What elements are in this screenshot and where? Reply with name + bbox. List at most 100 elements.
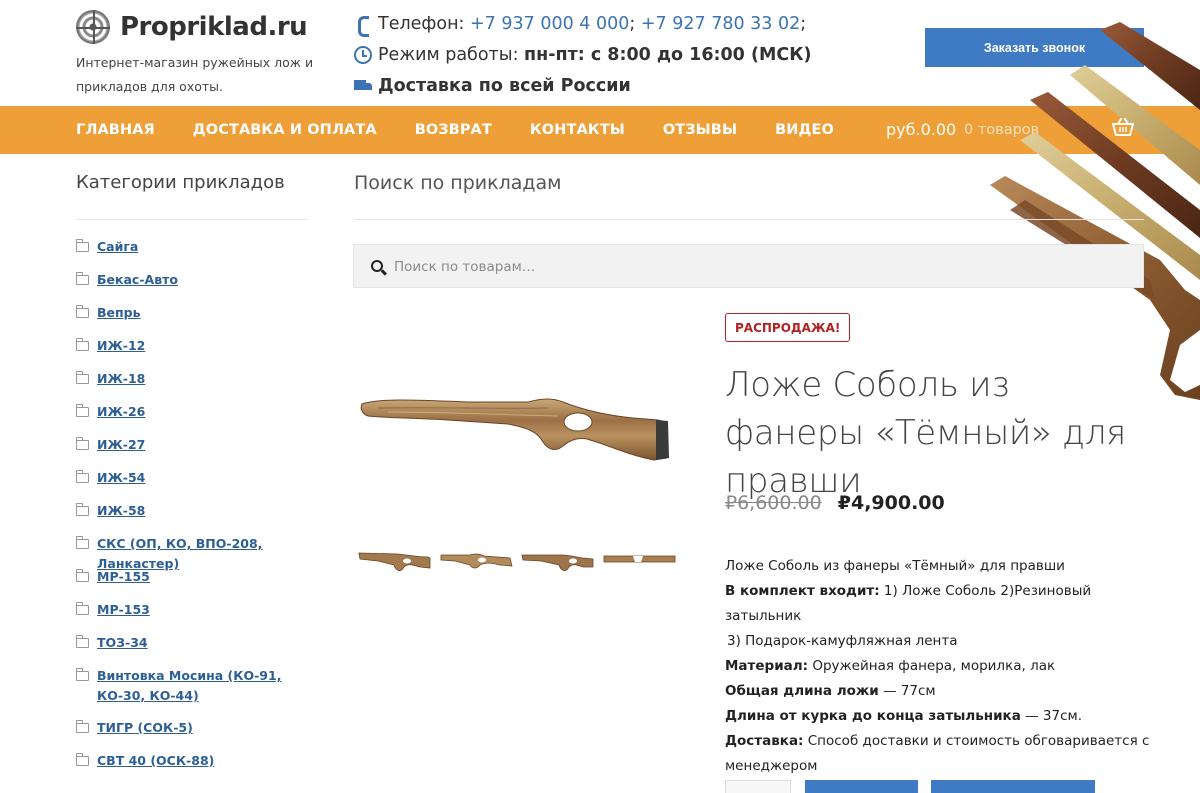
delivery-label: Доставка:: [725, 733, 804, 749]
add-to-cart-button[interactable]: [805, 780, 918, 793]
thumbnail-2[interactable]: [440, 543, 514, 579]
product-thumbnails: [358, 543, 684, 579]
search-heading: Поиск по прикладам: [354, 172, 562, 194]
category-link[interactable]: СВТ 40 (ОСК-88): [97, 751, 214, 771]
site-tagline: Интернет-магазин ружейных лож и прикладо…: [76, 55, 314, 94]
nav-menu: ГЛАВНАЯ ДОСТАВКА И ОПЛАТА ВОЗВРАТ КОНТАКТЫ О…: [76, 106, 872, 154]
category-link[interactable]: МР-153: [97, 600, 150, 620]
category-item: ИЖ-12: [75, 336, 316, 369]
product-description: Ложе Соболь из фанеры «Тёмный» для правш…: [725, 554, 1155, 779]
main-navigation: ГЛАВНАЯ ДОСТАВКА И ОПЛАТА ВОЗВРАТ КОНТАКТЫ О…: [0, 106, 1200, 154]
category-item: ИЖ-58: [75, 501, 316, 534]
quantity-input[interactable]: [725, 780, 791, 793]
buy-now-button[interactable]: [931, 780, 1095, 793]
thumbnail-4[interactable]: [603, 543, 677, 579]
category-link[interactable]: Винтовка Мосина (КО-91, КО-30, КО-44): [97, 666, 316, 706]
price-new: ₽4,900.00: [837, 492, 945, 514]
category-list: Сайга Бекас-Авто Вепрь ИЖ-12 ИЖ-18 ИЖ-26 ИЖ-27…: [75, 237, 316, 784]
phone-link-2[interactable]: +7 927 780 33 02: [641, 14, 800, 34]
sale-badge: РАСПРОДАЖА!: [725, 313, 851, 342]
kit-label: В комплект входит:: [725, 583, 880, 599]
category-link[interactable]: ИЖ-58: [97, 501, 145, 521]
desc-length: Общая длина ложи — 77см: [725, 679, 1155, 704]
category-item: ТИГР (СОК-5): [75, 718, 316, 751]
cart-count[interactable]: 0 товаров: [964, 122, 1039, 138]
length-label: Общая длина ложи: [725, 683, 879, 699]
thumbnail-1[interactable]: [358, 543, 432, 579]
contact-info: Телефон: +7 937 000 4 000; +7 927 780 33…: [354, 8, 812, 101]
category-link[interactable]: ИЖ-27: [97, 435, 145, 455]
category-link[interactable]: ТИГР (СОК-5): [97, 718, 193, 738]
length-value: — 77см: [878, 683, 936, 699]
folder-icon: [75, 470, 89, 483]
nav-item[interactable]: ГЛАВНАЯ: [76, 122, 155, 138]
product-main-image[interactable]: [358, 360, 676, 470]
category-item: ИЖ-18: [75, 369, 316, 402]
folder-icon: [75, 720, 89, 733]
category-link[interactable]: ИЖ-18: [97, 369, 145, 389]
logo-text: Propriklad.ru: [120, 12, 308, 42]
nav-item[interactable]: КОНТАКТЫ: [530, 122, 625, 138]
nav-item[interactable]: ВОЗВРАТ: [415, 122, 492, 138]
nav-item[interactable]: ДОСТАВКА И ОПЛАТА: [193, 122, 377, 138]
folder-icon: [75, 305, 89, 318]
folder-icon: [75, 503, 89, 516]
folder-icon: [75, 272, 89, 285]
product-price: ₽6,600.00 ₽4,900.00: [725, 492, 945, 514]
product-search-box: [353, 244, 1144, 288]
folder-icon: [75, 404, 89, 417]
phone-separator: ;: [629, 13, 636, 34]
material-value: Оружейная фанера, морилка, лак: [808, 658, 1056, 674]
site-logo[interactable]: Propriklad.ru: [76, 10, 308, 44]
trigger-length-label: Длина от курка до конца затыльника: [725, 708, 1021, 724]
folder-icon: [75, 239, 89, 252]
nav-item[interactable]: ОТЗЫВЫ: [663, 122, 737, 138]
phone-end: ;: [800, 13, 807, 34]
category-link[interactable]: ИЖ-12: [97, 336, 145, 356]
clock-icon: [354, 45, 372, 64]
target-logo-icon: [76, 10, 110, 44]
category-link[interactable]: ИЖ-54: [97, 468, 145, 488]
folder-icon: [75, 668, 89, 681]
folder-icon: [75, 437, 89, 450]
nav-item[interactable]: ВИДЕО: [775, 122, 834, 138]
cart-amount[interactable]: руб.0.00: [886, 120, 956, 139]
site-header: Propriklad.ru Интернет-магазин ружейных …: [0, 0, 1200, 106]
category-item: Бекас-Авто: [75, 270, 316, 303]
category-item: ИЖ-54: [75, 468, 316, 501]
product-search-input[interactable]: [394, 255, 1114, 279]
phone-line: Телефон: +7 937 000 4 000; +7 927 780 33…: [354, 8, 812, 39]
folder-icon: [75, 536, 89, 549]
phone-label: Телефон:: [378, 13, 465, 34]
request-callback-button[interactable]: Заказать звонок: [925, 28, 1144, 67]
folder-icon: [75, 338, 89, 351]
category-link[interactable]: Сайга: [97, 237, 138, 257]
search-icon[interactable]: [371, 260, 383, 272]
category-link[interactable]: Бекас-Авто: [97, 270, 178, 290]
folder-icon: [75, 569, 89, 582]
material-label: Материал:: [725, 658, 809, 674]
desc-trigger-length: Длина от курка до конца затыльника — 37с…: [725, 704, 1155, 729]
thumbnail-3[interactable]: [521, 543, 595, 579]
desc-delivery: Доставка: Способ доставки и стоимость об…: [725, 729, 1155, 779]
category-link[interactable]: МР-155: [97, 567, 150, 587]
category-item: Винтовка Мосина (КО-91, КО-30, КО-44): [75, 666, 316, 718]
delivery-line: Доставка по всей России: [354, 70, 812, 101]
folder-icon: [75, 371, 89, 384]
category-item: МР-153: [75, 600, 316, 633]
hours-value: пн-пт: с 8:00 до 16:00 (МСК): [524, 44, 812, 65]
sidebar-divider: [76, 219, 308, 220]
desc-kit: В комплект входит: 1) Ложе Соболь 2)Рези…: [725, 579, 1155, 629]
desc-material: Материал: Оружейная фанера, морилка, лак: [725, 654, 1155, 679]
category-link[interactable]: Вепрь: [97, 303, 141, 323]
desc-intro: Ложе Соболь из фанеры «Тёмный» для правш…: [725, 558, 1065, 574]
category-link[interactable]: ТОЗ-34: [97, 633, 148, 653]
category-item: ИЖ-27: [75, 435, 316, 468]
basket-icon[interactable]: [1112, 118, 1134, 136]
category-link[interactable]: ИЖ-26: [97, 402, 145, 422]
folder-icon: [75, 602, 89, 615]
phone-link-1[interactable]: +7 937 000 4 000: [470, 14, 629, 34]
hours-line: Режим работы: пн-пт: с 8:00 до 16:00 (МС…: [354, 39, 812, 70]
phone-icon: [354, 15, 372, 37]
category-item: СКС (ОП, КО, ВПО-208, Ланкастер): [75, 534, 316, 571]
